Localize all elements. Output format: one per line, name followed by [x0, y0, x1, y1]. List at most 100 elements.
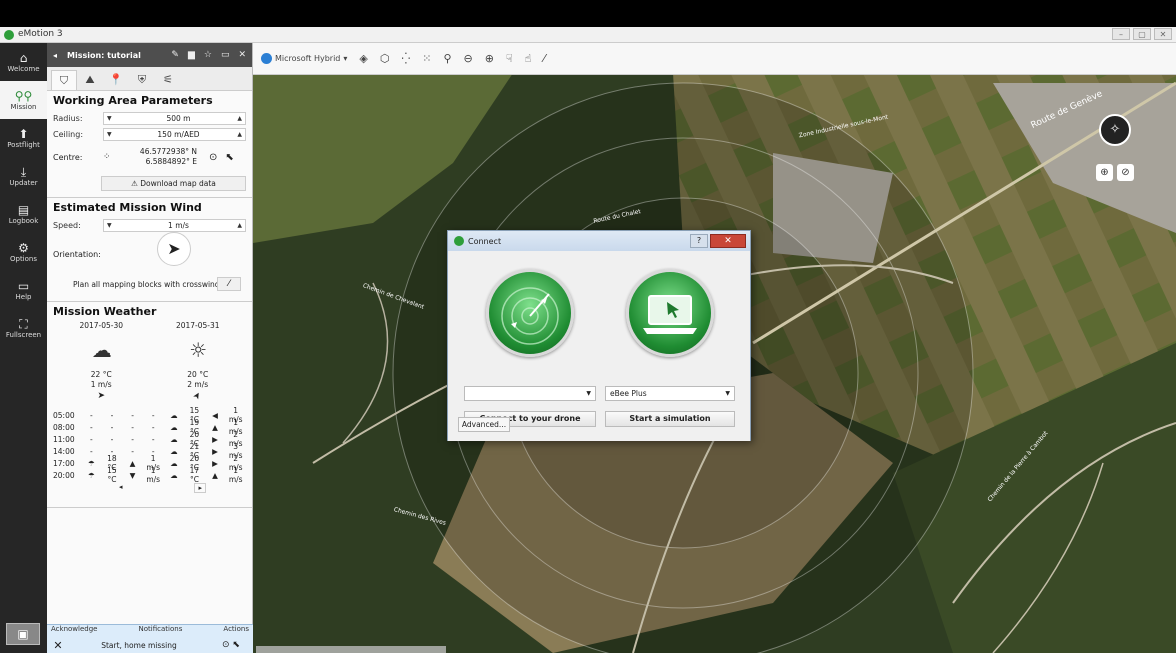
working-area-title: Working Area Parameters — [53, 94, 213, 107]
pan-icon[interactable]: ⁛ — [401, 52, 410, 65]
sidebar-item-options[interactable]: ⚙ Options — [0, 233, 47, 271]
connect-drone-button[interactable]: ▣ — [6, 623, 40, 645]
hourly-cell: ▲ — [212, 470, 218, 480]
decrease-icon[interactable]: ▼ — [107, 131, 123, 138]
increase-icon[interactable]: ▲ — [234, 222, 242, 229]
target-icon[interactable]: ⊙ — [209, 152, 217, 163]
hourly-cell: - — [131, 434, 134, 444]
hourly-cell: 17 °C — [189, 466, 200, 484]
recenter-icon[interactable]: ⊕ — [1096, 164, 1113, 181]
wind-direction-icon: ➤ — [191, 390, 204, 402]
sidebar-item-label: Help — [15, 293, 32, 301]
ceiling-stepper[interactable]: ▼ 150 m/AED ▲ — [103, 127, 246, 141]
wind-title: Estimated Mission Wind — [53, 201, 202, 214]
advanced-button[interactable]: Advanced... — [458, 417, 510, 432]
cube-icon[interactable]: ⬡ — [380, 52, 390, 65]
map-toolbar: Microsoft Hybrid ▾ ◈ ⬡ ⁛ ⁙ ⚲ ⊖ ⊕ ☟ ☝ ⁄ — [253, 43, 1176, 75]
hourly-cell: - — [89, 446, 93, 456]
sidebar-item-updater[interactable]: ⤓ Updater — [0, 157, 47, 195]
wind-orientation-dial[interactable]: ➤ — [157, 232, 191, 266]
map-layer-select[interactable]: Microsoft Hybrid ▾ — [261, 53, 347, 64]
speed-stepper[interactable]: ▼ 1 m/s ▲ — [103, 218, 246, 232]
collapse-icon[interactable]: ◂ — [53, 51, 57, 60]
sidebar-item-fullscreen[interactable]: ⛶ Fullscreen — [0, 309, 47, 347]
minimize-icon[interactable]: – — [1112, 28, 1130, 40]
hourly-cell: - — [131, 410, 134, 420]
close-window-icon[interactable]: ✕ — [1154, 28, 1172, 40]
hourly-time: 05:00 — [53, 410, 75, 420]
crosswind-button[interactable]: ⁄ — [217, 277, 241, 291]
speed-row: Speed: ▼ 1 m/s ▲ — [53, 217, 246, 233]
map-layer-label: Microsoft Hybrid — [275, 54, 341, 63]
decrease-icon[interactable]: ▼ — [107, 222, 123, 229]
start-simulation-button[interactable]: Start a simulation — [605, 411, 735, 427]
save-icon[interactable]: ▆ — [188, 50, 195, 60]
move-icon[interactable]: ⁘ — [103, 152, 125, 162]
tab-shield[interactable]: ⛨ — [129, 70, 155, 90]
folder-icon[interactable]: ▭ — [221, 50, 230, 60]
sidebar-item-postflight[interactable]: ⬆ Postflight — [0, 119, 47, 157]
close-icon[interactable]: ✕ — [238, 50, 246, 60]
hourly-time: 20:00 — [53, 470, 75, 480]
close-icon[interactable]: ✕ — [710, 234, 746, 248]
app-logo-icon — [454, 236, 464, 246]
laptop-simulation-icon[interactable] — [626, 269, 714, 357]
acknowledge-button[interactable]: ✕ — [47, 639, 69, 652]
day-1-summary: 22 °C 1 m/s — [91, 370, 112, 390]
crosswind-label: Plan all mapping blocks with crosswind — [73, 280, 220, 289]
sidebar-item-label: Welcome — [7, 65, 40, 73]
simulation-drone-select[interactable]: eBee Plus ▼ — [605, 386, 735, 401]
app-logo-icon — [4, 30, 14, 40]
sidebar-item-help[interactable]: ▭ Help — [0, 271, 47, 309]
actions-header: Actions — [223, 625, 249, 633]
scroll-left-icon[interactable]: ◂ — [119, 483, 123, 493]
gear-icon: ⚙ — [18, 241, 29, 255]
centre-label: Centre: — [53, 152, 83, 162]
simulation-drone-value: eBee Plus — [610, 389, 647, 398]
edit-icon[interactable]: ✎ — [171, 50, 179, 60]
ruler-icon[interactable]: ⁄ — [543, 52, 545, 65]
zoom-in-icon[interactable]: ⊕ — [485, 52, 494, 65]
sidebar-item-welcome[interactable]: ⌂ Welcome — [0, 43, 47, 81]
hourly-cell: ▶ — [212, 458, 218, 468]
wind-direction-icon: ➤ — [97, 391, 106, 401]
pan-dots-icon[interactable]: ⁙ — [422, 52, 431, 65]
maximize-icon[interactable]: ▢ — [1133, 28, 1151, 40]
day-2-summary: 20 °C 2 m/s — [187, 370, 208, 390]
zoom-out-icon[interactable]: ⊖ — [464, 52, 473, 65]
layers-icon[interactable]: ◈ — [359, 52, 367, 65]
wand-icon: ⁄ — [228, 279, 230, 289]
cursor-icon[interactable]: ⬉ — [225, 152, 233, 163]
hourly-cell: - — [151, 410, 155, 420]
download-map-data-button[interactable]: ⚠ Download map data — [101, 176, 246, 191]
select-icon[interactable]: ☟ — [506, 52, 513, 65]
scroll-right-icon[interactable]: ▸ — [194, 483, 206, 493]
tab-settings[interactable]: ⚟ — [155, 70, 181, 90]
fullscreen-icon: ⛶ — [19, 317, 28, 331]
increase-icon[interactable]: ▲ — [234, 131, 242, 138]
help-icon[interactable]: ? — [690, 234, 708, 248]
radius-stepper[interactable]: ▼ 500 m ▲ — [103, 111, 246, 125]
sidebar-item-logbook[interactable]: ▤ Logbook — [0, 195, 47, 233]
star-icon[interactable]: ☆ — [204, 50, 212, 60]
sidebar-item-label: Logbook — [8, 217, 39, 225]
hourly-cell: ☁ — [170, 446, 178, 456]
decrease-icon[interactable]: ▼ — [107, 115, 123, 122]
location-pin-icon[interactable]: ⚲ — [443, 52, 451, 65]
select-area-icon[interactable]: ☝ — [525, 52, 532, 65]
increase-icon[interactable]: ▲ — [234, 115, 242, 122]
notification-action-icons[interactable]: ⊙ ⬉ — [209, 640, 253, 650]
wind-section: Estimated Mission Wind Speed: ▼ 1 m/s ▲ Or… — [47, 198, 252, 302]
hourly-time: 17:00 — [53, 458, 75, 468]
sidebar-item-mission[interactable]: ⚲⚲ Mission — [0, 81, 47, 119]
tab-plan[interactable]: ⛰ — [77, 70, 103, 90]
connect-dialog: Connect ? ✕ ▼ eBee Plus ▼ Connect to your — [447, 230, 751, 441]
tab-waypoint[interactable]: 📍 — [103, 70, 129, 90]
tab-area[interactable]: ⛉ — [51, 70, 77, 90]
drone-select[interactable]: ▼ — [464, 386, 596, 401]
compass-icon[interactable]: ✧ — [1099, 114, 1131, 146]
hourly-cell: - — [110, 434, 114, 444]
radar-icon[interactable] — [486, 269, 574, 357]
hourly-cell: ☁ — [170, 410, 178, 420]
rotate-icon[interactable]: ⊘ — [1117, 164, 1134, 181]
